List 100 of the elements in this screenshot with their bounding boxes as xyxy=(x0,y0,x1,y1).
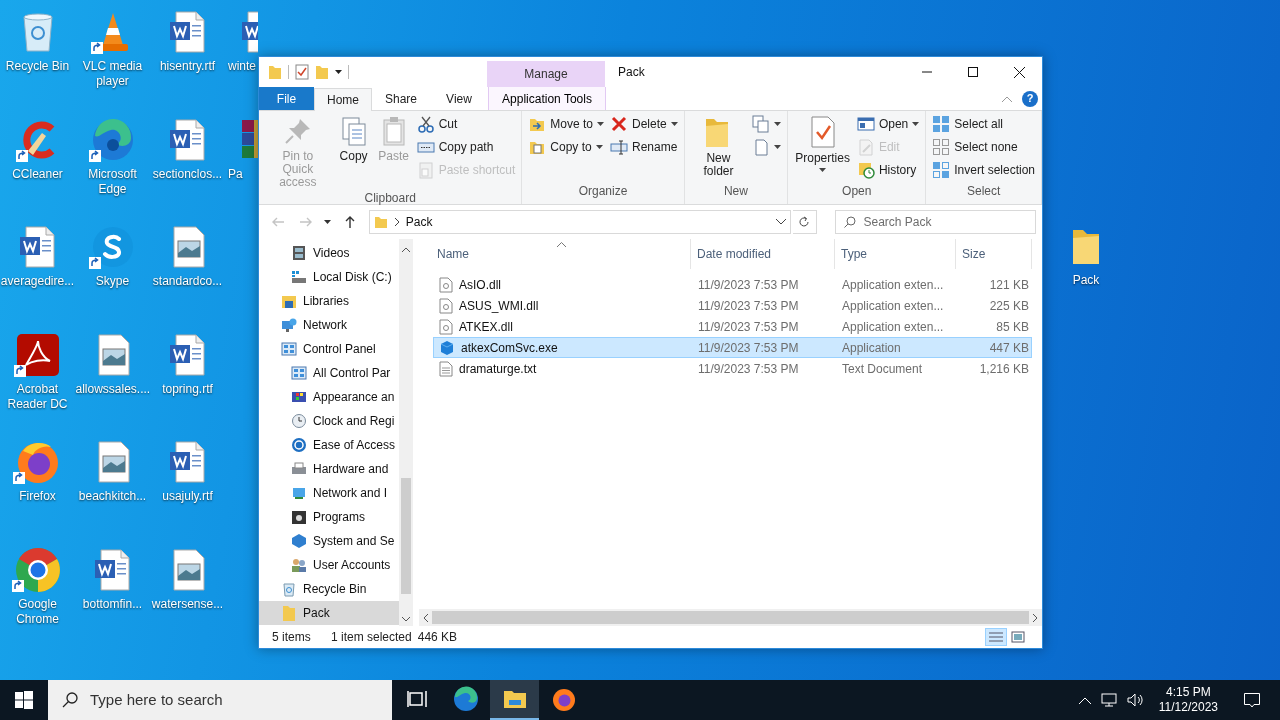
ribbon-button[interactable]: New folder xyxy=(688,113,749,182)
folder-icon xyxy=(315,64,329,80)
ribbon-button[interactable]: Select all xyxy=(930,113,1037,135)
window-title: Pack xyxy=(618,64,645,81)
table-cell-text: Application xyxy=(841,339,902,357)
taskbar-search-input[interactable]: Type here to search xyxy=(90,688,392,712)
table-cell-text: 447 KB xyxy=(988,339,1030,357)
table-cell-text: Application exten... xyxy=(841,297,945,315)
word-document-icon xyxy=(167,440,208,484)
address-bar[interactable]: Pack xyxy=(368,210,791,234)
network-icon xyxy=(281,317,297,333)
nav-item[interactable]: System and Se xyxy=(259,529,399,553)
word-document-icon xyxy=(17,225,58,269)
item-count: 5 items xyxy=(272,629,312,646)
caret-icon xyxy=(912,122,920,126)
large-icons-view-icon xyxy=(1011,631,1025,643)
nav-item[interactable]: Ease of Access xyxy=(259,433,399,457)
text-file-icon xyxy=(439,360,453,377)
file-row[interactable]: ASUS_WMI.dll 11/9/2023 7:53 PM Application exten... 225 KB xyxy=(433,295,1032,316)
scrollbar[interactable] xyxy=(399,239,413,626)
recycle-bin-icon xyxy=(281,581,297,597)
search-box[interactable]: Search Pack xyxy=(834,210,1036,234)
ribbon-button[interactable]: Move to xyxy=(526,113,607,135)
help-button[interactable]: ? xyxy=(1022,90,1038,107)
ribbon-tab[interactable]: View xyxy=(430,87,488,110)
table-cell-text: 11/9/2023 7:53 PM xyxy=(697,339,800,357)
file-name: dramaturge.txt xyxy=(459,360,537,378)
shield-icon xyxy=(291,533,307,549)
ribbon-button[interactable]: Select none xyxy=(930,136,1037,158)
ribbon-button[interactable]: Copy path xyxy=(414,136,518,158)
ribbon-button[interactable]: Properties xyxy=(792,113,853,182)
nav-item[interactable]: Hardware and xyxy=(259,457,399,481)
edge-icon xyxy=(90,117,135,162)
nav-item[interactable]: Appearance an xyxy=(259,385,399,409)
acrobat-icon xyxy=(15,332,60,377)
users-icon xyxy=(291,557,307,573)
ribbon-button[interactable] xyxy=(750,113,784,135)
clock-date[interactable]: 11/12/2023 xyxy=(1158,700,1218,715)
column-header[interactable]: Type xyxy=(835,239,956,269)
task-view-icon xyxy=(406,690,427,708)
scroll-down-icon xyxy=(402,617,410,622)
caret-icon xyxy=(335,70,342,74)
drive-icon xyxy=(291,269,307,285)
ribbon-button[interactable]: Delete xyxy=(608,113,680,135)
table-cell-text: 85 KB xyxy=(995,318,1030,336)
taskbar-button[interactable] xyxy=(490,680,539,720)
file-row[interactable]: dramaturge.txt 11/9/2023 7:53 PM Text Document 1,216 KB xyxy=(433,358,1032,379)
nav-item[interactable]: Libraries xyxy=(259,289,399,313)
ribbon-button[interactable]: Open xyxy=(854,113,922,135)
column-header[interactable]: Date modified xyxy=(691,239,835,269)
nav-item[interactable]: Local Disk (C:) xyxy=(259,265,399,289)
scroll-up-icon xyxy=(402,247,410,252)
chevron-up-icon xyxy=(1078,696,1091,704)
ribbon-button[interactable]: Cut xyxy=(414,113,518,135)
desktop-icon-label[interactable]: Pack xyxy=(1049,273,1123,288)
clock-time[interactable]: 4:15 PM xyxy=(1166,685,1211,700)
nav-item[interactable]: Programs xyxy=(259,505,399,529)
scrollbar-thumb[interactable] xyxy=(401,478,411,594)
nav-item[interactable]: All Control Par xyxy=(259,361,399,385)
column-header[interactable]: Size xyxy=(956,239,1032,269)
horizontal-scrollbar[interactable] xyxy=(419,609,1042,626)
ribbon-button[interactable]: History xyxy=(854,159,922,181)
table-cell-text: Application exten... xyxy=(841,276,945,294)
ribbon-button[interactable]: Rename xyxy=(608,136,680,158)
word-document-icon xyxy=(240,10,258,54)
column-header[interactable]: Name xyxy=(433,239,691,269)
ribbon-tab[interactable]: Application Tools xyxy=(488,87,606,110)
refresh-button[interactable] xyxy=(792,210,817,234)
ribbon-tab[interactable]: Home xyxy=(314,88,372,111)
taskbar-search-box[interactable]: Type here to search xyxy=(48,680,392,720)
file-row[interactable]: ATKEX.dll 11/9/2023 7:53 PM Application exten... 85 KB xyxy=(433,316,1032,337)
nav-item[interactable]: Clock and Regi xyxy=(259,409,399,433)
file-name: ASUS_WMI.dll xyxy=(459,297,539,315)
nav-item[interactable]: Videos xyxy=(259,241,399,265)
selection-status: 1 item selected xyxy=(331,629,412,646)
file-row[interactable]: AsIO.dll 11/9/2023 7:53 PM Application exten... 121 KB xyxy=(433,274,1032,295)
network-icon xyxy=(1100,693,1117,707)
film-icon xyxy=(291,245,307,261)
details-view-button[interactable] xyxy=(985,628,1007,646)
chevron-down-icon xyxy=(775,219,786,225)
ribbon-group-label: Clipboard xyxy=(363,190,417,207)
ribbon-tab[interactable]: File xyxy=(259,87,314,110)
table-cell-text: 225 KB xyxy=(988,297,1030,315)
ribbon-group-label: Select xyxy=(965,183,1002,200)
ribbon-group-label: Organize xyxy=(577,183,629,200)
rename-icon xyxy=(610,138,629,156)
breadcrumb[interactable]: Pack xyxy=(405,213,433,231)
ribbon-tab[interactable]: Share xyxy=(372,87,430,110)
file-row[interactable]: atkexComSvc.exe 11/9/2023 7:53 PM Application 447 KB xyxy=(433,337,1032,358)
ribbon-button[interactable]: Invert selection xyxy=(930,159,1037,181)
ribbon-button[interactable]: Copy xyxy=(334,113,373,189)
nav-item[interactable]: Recycle Bin xyxy=(259,577,399,601)
nav-item[interactable]: Network xyxy=(259,313,399,337)
ribbon-button[interactable]: Copy to xyxy=(526,136,607,158)
nav-item[interactable]: Control Panel xyxy=(259,337,399,361)
notification-icon xyxy=(1244,692,1260,708)
search-input[interactable]: Search Pack xyxy=(863,213,1027,231)
nav-item[interactable]: Network and I xyxy=(259,481,399,505)
nav-item[interactable]: Pack xyxy=(259,601,399,625)
nav-item[interactable]: User Accounts xyxy=(259,553,399,577)
